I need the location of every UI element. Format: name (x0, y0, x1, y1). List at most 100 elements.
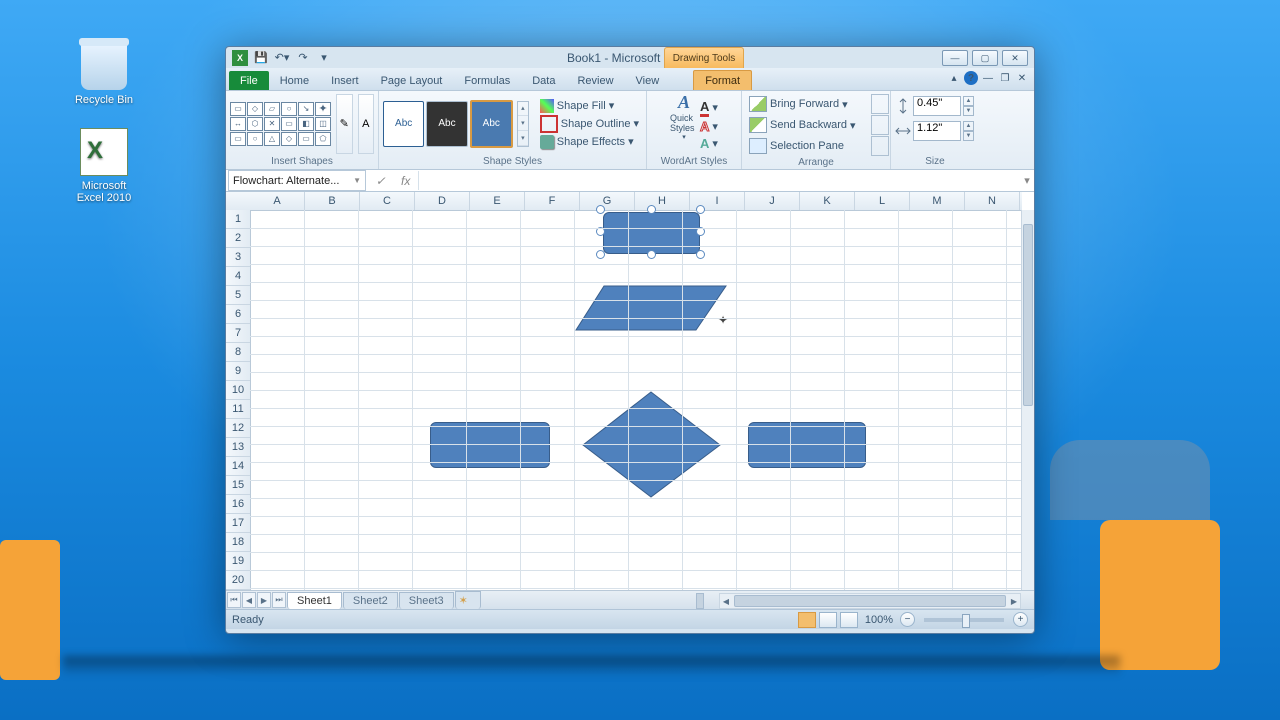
flowchart-data-shape[interactable] (574, 284, 729, 334)
zoom-in-button[interactable]: + (1013, 612, 1028, 627)
save-icon[interactable]: 💾 (252, 49, 270, 67)
column-header[interactable]: N (965, 192, 1020, 210)
new-sheet-button[interactable]: ✶ (455, 591, 481, 609)
tab-file[interactable]: File (229, 71, 269, 90)
column-header[interactable]: K (800, 192, 855, 210)
fx-icon[interactable]: fx (401, 174, 410, 188)
row-header[interactable]: 9 (226, 362, 250, 381)
recycle-bin-icon[interactable]: Recycle Bin (72, 44, 136, 106)
undo-icon[interactable]: ↶▾ (273, 49, 291, 67)
column-header[interactable]: H (635, 192, 690, 210)
tab-review[interactable]: Review (566, 71, 624, 90)
zoom-level[interactable]: 100% (865, 614, 893, 626)
row-header[interactable]: 13 (226, 438, 250, 457)
width-spinner[interactable]: ▲▼ (963, 121, 974, 141)
shape-fill-button[interactable]: Shape Fill ▾ (537, 98, 642, 114)
column-header[interactable]: G (580, 192, 635, 210)
column-header[interactable]: C (360, 192, 415, 210)
column-header[interactable]: B (305, 192, 360, 210)
column-header[interactable]: E (470, 192, 525, 210)
flowchart-decision-shape[interactable] (580, 390, 723, 500)
tab-scrollbar-splitter[interactable] (696, 593, 704, 609)
row-header[interactable]: 3 (226, 248, 250, 267)
shape-style-2[interactable]: Abc (426, 101, 467, 147)
app-icon[interactable]: X (231, 49, 249, 67)
shape-style-3[interactable]: Abc (470, 100, 513, 148)
sheet-tab-2[interactable]: Sheet2 (343, 592, 398, 609)
text-effects-button[interactable]: A▾ (700, 136, 718, 151)
minimize-ribbon-icon[interactable]: ▴ (947, 71, 961, 85)
shape-styles-more[interactable]: ▴▾▾ (517, 101, 529, 147)
tab-nav-last[interactable]: ⏭ (272, 592, 286, 608)
row-header[interactable]: 11 (226, 400, 250, 419)
group-button[interactable] (871, 115, 889, 135)
close-button[interactable]: ✕ (1002, 50, 1028, 66)
column-header[interactable]: F (525, 192, 580, 210)
redo-icon[interactable]: ↷ (294, 49, 312, 67)
text-fill-button[interactable]: A▾ (700, 99, 718, 117)
tab-home[interactable]: Home (269, 71, 320, 90)
row-header[interactable]: 14 (226, 457, 250, 476)
rotate-button[interactable] (871, 136, 889, 156)
worksheet-area[interactable]: ABCDEFGHIJKLMN 1234567891011121314151617… (226, 192, 1034, 590)
page-layout-view-button[interactable] (819, 612, 837, 628)
workbook-minimize-icon[interactable]: — (981, 71, 995, 85)
row-header[interactable]: 15 (226, 476, 250, 495)
formula-input[interactable] (418, 171, 1020, 190)
normal-view-button[interactable] (798, 612, 816, 628)
qat-customize-icon[interactable]: ▾ (315, 49, 333, 67)
row-header[interactable]: 1 (226, 210, 250, 229)
workbook-restore-icon[interactable]: ❐ (998, 71, 1012, 85)
tab-nav-first[interactable]: ⏮ (227, 592, 241, 608)
row-header[interactable]: 16 (226, 495, 250, 514)
shape-outline-button[interactable]: Shape Outline ▾ (537, 114, 642, 134)
shape-effects-button[interactable]: Shape Effects ▾ (537, 134, 642, 150)
minimize-button[interactable]: — (942, 50, 968, 66)
shapes-gallery[interactable]: ▭◇▱○↘✦ ↔⬡✕▭◧◫ ▭○△◇▭⬠ (230, 102, 331, 146)
horizontal-scrollbar[interactable]: ◀▶ (719, 593, 1021, 609)
page-break-view-button[interactable] (840, 612, 858, 628)
tab-nav-prev[interactable]: ◀ (242, 592, 256, 608)
row-header[interactable]: 7 (226, 324, 250, 343)
sheet-tab-1[interactable]: Sheet1 (287, 592, 342, 609)
row-header[interactable]: 10 (226, 381, 250, 400)
text-outline-button[interactable]: A▾ (700, 119, 718, 134)
send-backward-button[interactable]: Send Backward ▾ (746, 116, 870, 134)
column-header[interactable]: I (690, 192, 745, 210)
row-header[interactable]: 8 (226, 343, 250, 362)
bring-forward-button[interactable]: Bring Forward ▾ (746, 95, 870, 113)
sheet-tab-3[interactable]: Sheet3 (399, 592, 454, 609)
help-icon[interactable]: ? (964, 71, 978, 85)
column-header[interactable]: A (250, 192, 305, 210)
flowchart-alternate-process-selected[interactable] (603, 212, 700, 254)
column-header[interactable]: L (855, 192, 910, 210)
shape-style-1[interactable]: Abc (383, 101, 424, 147)
align-button[interactable] (871, 94, 889, 114)
excel-shortcut-icon[interactable]: Microsoft Excel 2010 (72, 128, 136, 204)
tab-view[interactable]: View (625, 71, 671, 90)
zoom-slider[interactable] (924, 618, 1004, 622)
row-header[interactable]: 5 (226, 286, 250, 305)
quick-styles-button[interactable]: A Quick Styles▾ (670, 97, 698, 137)
row-header[interactable]: 17 (226, 514, 250, 533)
tab-nav-next[interactable]: ▶ (257, 592, 271, 608)
column-header[interactable]: J (745, 192, 800, 210)
row-header[interactable]: 18 (226, 533, 250, 552)
row-header[interactable]: 19 (226, 552, 250, 571)
maximize-button[interactable]: ▢ (972, 50, 998, 66)
tab-data[interactable]: Data (521, 71, 566, 90)
select-all-corner[interactable] (226, 192, 251, 211)
text-box-button[interactable]: A (358, 94, 375, 154)
workbook-close-icon[interactable]: ✕ (1015, 71, 1029, 85)
tab-format[interactable]: Format (693, 70, 752, 90)
row-header[interactable]: 12 (226, 419, 250, 438)
vertical-scrollbar[interactable] (1021, 210, 1034, 590)
row-header[interactable]: 20 (226, 571, 250, 590)
edit-shape-button[interactable]: ✎ (336, 94, 353, 154)
row-header[interactable]: 4 (226, 267, 250, 286)
shape-width-input[interactable]: 1.12" (913, 121, 961, 141)
column-header[interactable]: D (415, 192, 470, 210)
expand-formula-bar-icon[interactable]: ▾ (1020, 174, 1034, 187)
shape-height-input[interactable]: 0.45" (913, 96, 961, 116)
name-box[interactable]: Flowchart: Alternate...▼ (228, 170, 366, 191)
